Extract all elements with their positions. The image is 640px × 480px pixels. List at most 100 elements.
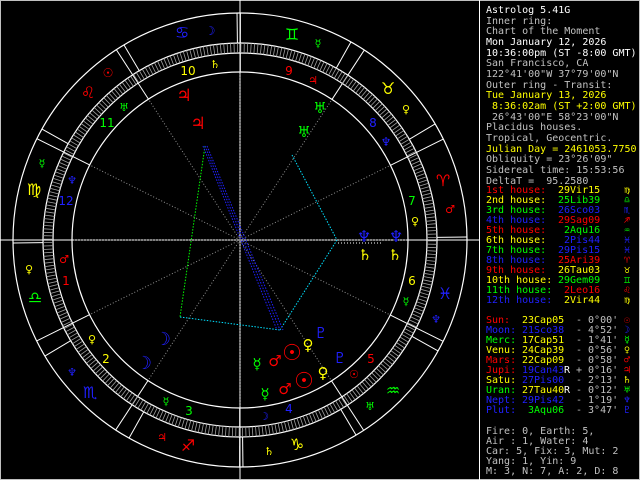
venus-glyph-icon: ♀	[402, 103, 410, 116]
chart-wheel: ♋ ☽♄☉♌♅♃♃☿♍ ♆♊ ☿♃♅♅♉♀♆♈♂♀♆ ♆♂♀♎♀♆♏☽☽☿♃ ♐♄ ♄☿ ♓♆…	[0, 0, 479, 479]
app-title: Astrolog 5.41G	[486, 5, 571, 16]
retrograde-flag: R	[564, 385, 571, 396]
aspect-line	[179, 145, 206, 318]
pluto-glyph-icon: ♇	[314, 324, 327, 342]
mercury-glyph-icon: ☿	[260, 385, 269, 403]
jupiter-glyph-icon: ♃	[176, 86, 191, 106]
mars-glyph-icon: ♂	[445, 203, 455, 216]
obliquity: Obliquity = 23°26'09"	[486, 154, 613, 165]
sign-boundary-line	[128, 411, 145, 439]
house-system: Placidus houses.	[486, 122, 583, 133]
retrograde-flag: R	[564, 365, 571, 376]
venus-glyph-icon: ♀	[411, 215, 419, 228]
capricorn-glyph-icon: ♑	[290, 435, 304, 454]
uranus-glyph-icon: ♅	[297, 123, 310, 141]
saturn-glyph-icon: ♄	[264, 445, 274, 458]
sign-boundary-line	[123, 44, 140, 71]
mars-glyph-icon: ♂	[59, 253, 69, 266]
house-number-label: 3	[185, 404, 193, 418]
inner-location: San Francisco, CA	[486, 58, 589, 69]
neptune-glyph-icon: ♆	[357, 227, 371, 246]
house-cusp-dotted-line	[239, 99, 333, 241]
saturn-glyph-icon: ♄	[358, 246, 371, 264]
house-cusp-dotted-line	[147, 239, 241, 381]
house-number-label: 7	[408, 194, 416, 208]
neptune-glyph-icon: ♆	[389, 227, 403, 246]
venus-glyph-icon: ♀	[25, 263, 33, 276]
uranus-glyph-icon: ♅	[313, 99, 326, 117]
mercury-glyph-icon: ☿	[39, 157, 46, 170]
house-cusp-dotted-line	[89, 239, 241, 316]
neptune-glyph-icon: ♆	[431, 313, 441, 326]
sign-boundary-line	[44, 340, 71, 357]
jupiter-glyph-icon: ♃	[308, 74, 318, 87]
aspect-line	[179, 316, 281, 331]
sign-boundary-line	[41, 128, 69, 145]
scorpio-glyph-icon: ♏	[83, 383, 97, 402]
sign-boundary-line	[335, 41, 352, 69]
pisces-glyph-icon: ♓	[438, 284, 452, 303]
jupiter-glyph-icon: ♃	[157, 431, 167, 444]
leo-glyph-icon: ♌	[81, 83, 95, 102]
saturn-glyph-icon: ♄	[210, 58, 220, 71]
virgo-icon: ♍	[624, 295, 631, 306]
house-number-label: 10	[180, 64, 195, 78]
house-number-label: 9	[285, 64, 293, 78]
aspect-line	[291, 154, 338, 241]
panel-divider	[479, 0, 480, 480]
pluto-icon: ♇	[624, 405, 631, 416]
inner-chart-name: Chart of the Moment	[486, 26, 601, 37]
info-panel: Astrolog 5.41G Inner ring: Chart of the …	[486, 0, 638, 480]
planet-label: Plut:	[486, 405, 517, 416]
moon-glyph-icon: ☽	[259, 410, 269, 423]
sign-boundary-line	[340, 409, 357, 436]
uranus-glyph-icon: ♅	[365, 400, 375, 413]
sun-glyph-icon: ☉	[349, 368, 359, 381]
house-cusp-dotted-line	[89, 164, 241, 241]
sun-glyph-icon: ☉	[294, 369, 314, 394]
pluto-glyph-icon: ♇	[333, 349, 346, 367]
aries-glyph-icon: ♈	[436, 171, 450, 190]
house-row: 12th house: 2Vir44 ♍	[486, 296, 636, 306]
outer-date: Tue January 13, 2026	[486, 90, 607, 101]
house-label: 12th house:	[486, 295, 553, 306]
uranus-glyph-icon: ♅	[119, 101, 129, 114]
jupiter-glyph-icon: ♃	[190, 114, 205, 134]
sagittarius-glyph-icon: ♐	[181, 436, 195, 455]
house-number-label: 1	[62, 274, 70, 288]
sun-glyph-icon: ☉	[282, 341, 302, 366]
house-number-label: 6	[408, 274, 416, 288]
cancer-glyph-icon: ♋	[175, 23, 189, 42]
sun-glyph-icon: ☉	[103, 66, 114, 80]
inner-coords: 122°41'00"W 37°79'00"N	[486, 69, 619, 80]
venus-glyph-icon: ♀	[88, 333, 96, 346]
house-number-label: 2	[102, 352, 110, 366]
zodiac-type: Tropical, Geocentric.	[486, 133, 613, 144]
neptune-glyph-icon: ♆	[381, 135, 392, 149]
venus-glyph-icon: ♀	[318, 364, 329, 382]
house-number-label: 11	[99, 116, 114, 130]
moon-glyph-icon: ☽	[155, 329, 171, 350]
moon-glyph-icon: ☽	[205, 24, 216, 38]
house-number-label: 4	[285, 402, 293, 416]
house-cusp-value: 2Vir44	[558, 295, 601, 306]
moon-glyph-icon: ☽	[136, 353, 152, 374]
house-number-label: 12	[58, 194, 73, 208]
outer-time: 8:36:02am (ST +2:00 GMT)	[486, 101, 637, 112]
aspect-line	[206, 145, 284, 331]
gemini-glyph-icon: ♊	[285, 25, 299, 44]
mercury-glyph-icon: ☿	[403, 295, 410, 308]
planet-row: Plut: 3Aqu06 - 3°47' ♇	[486, 406, 636, 416]
libra-glyph-icon: ♎	[28, 288, 42, 307]
sign-boundary-line	[409, 123, 436, 140]
planet-latitude: - 3°47'	[576, 405, 619, 416]
sidereal-time: Sidereal time: 15:53:56	[486, 165, 625, 176]
house-number-label: 8	[369, 116, 377, 130]
taurus-glyph-icon: ♉	[381, 79, 395, 98]
aspect-line	[279, 239, 338, 331]
mercury-glyph-icon: ☿	[163, 395, 170, 408]
neptune-glyph-icon: ♆	[67, 366, 77, 379]
planet-position: 3Aqu06	[522, 405, 565, 416]
mercury-glyph-icon: ☿	[315, 37, 322, 50]
house-number-label: 5	[367, 352, 375, 366]
